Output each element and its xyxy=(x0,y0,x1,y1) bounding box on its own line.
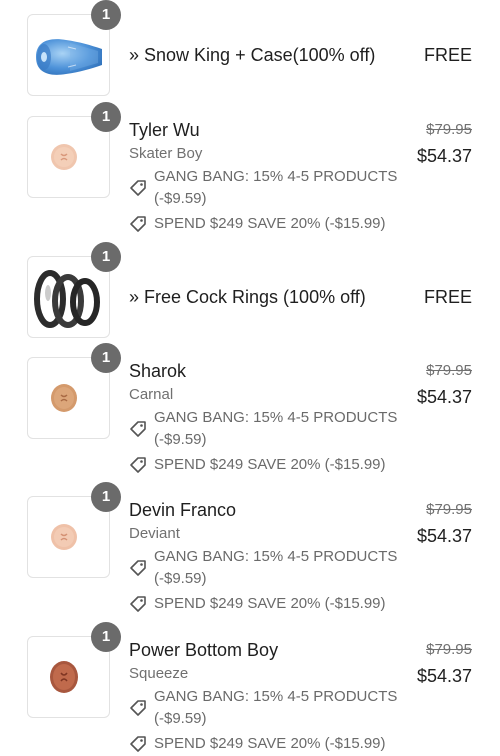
discount-line: GANG BANG: 15% 4-5 PRODUCTS (-$9.59) xyxy=(129,407,409,451)
product-thumbnail[interactable]: 1 xyxy=(27,0,121,96)
tag-icon xyxy=(130,216,146,232)
discount-amount: (-$9.59) xyxy=(154,431,207,448)
free-gift-label[interactable]: » Snow King + Case(100% off) xyxy=(129,45,375,66)
product-name[interactable]: Sharok xyxy=(129,361,186,382)
cart-item-product: 1 Power Bottom Boy Squeeze $79.95 $54.37… xyxy=(0,622,500,756)
free-gift-label[interactable]: » Free Cock Rings (100% off) xyxy=(129,287,366,308)
discount-amount: (-$9.59) xyxy=(154,190,207,207)
discount-name: SPEND $249 SAVE 20% (-$15.99) xyxy=(154,595,386,612)
quantity-badge: 1 xyxy=(91,102,121,132)
item-price: FREE xyxy=(423,45,472,65)
product-variant: Skater Boy xyxy=(129,145,203,162)
cart-item-product: 1 Sharok Carnal $79.95 $54.37 GANG BANG:… xyxy=(0,343,500,490)
tag-icon xyxy=(130,700,146,716)
discount-name: GANG BANG: 15% 4-5 PRODUCTS xyxy=(154,168,398,185)
item-price: FREE xyxy=(423,287,472,307)
discount-line: GANG BANG: 15% 4-5 PRODUCTS (-$9.59) xyxy=(129,166,409,210)
tag-icon xyxy=(130,421,146,437)
original-price: $79.95 xyxy=(426,501,472,518)
quantity-badge: 1 xyxy=(91,343,121,373)
product-name[interactable]: Power Bottom Boy xyxy=(129,640,278,661)
discount-name: SPEND $249 SAVE 20% (-$15.99) xyxy=(154,735,386,752)
discounted-price: $54.37 xyxy=(416,146,472,166)
discount-line: SPEND $249 SAVE 20% (-$15.99) xyxy=(129,733,409,755)
discounted-price: $54.37 xyxy=(416,666,472,686)
product-thumbnail[interactable]: 1 xyxy=(27,102,121,198)
quantity-badge: 1 xyxy=(91,482,121,512)
tag-icon xyxy=(130,596,146,612)
tag-icon xyxy=(130,180,146,196)
tag-icon xyxy=(130,560,146,576)
quantity-badge: 1 xyxy=(91,242,121,272)
discount-line: SPEND $249 SAVE 20% (-$15.99) xyxy=(129,454,409,476)
discount-line: SPEND $249 SAVE 20% (-$15.99) xyxy=(129,213,409,235)
product-variant: Carnal xyxy=(129,386,174,403)
cart-item-free-gift: 1 » Free Cock Rings (100% off) FREE xyxy=(0,242,500,348)
discount-name: SPEND $249 SAVE 20% (-$15.99) xyxy=(154,456,386,473)
discount-name: GANG BANG: 15% 4-5 PRODUCTS xyxy=(154,688,398,705)
product-variant: Deviant xyxy=(129,525,180,542)
quantity-badge: 1 xyxy=(91,0,121,30)
discount-name: GANG BANG: 15% 4-5 PRODUCTS xyxy=(154,409,398,426)
discount-line: GANG BANG: 15% 4-5 PRODUCTS (-$9.59) xyxy=(129,546,409,590)
product-name[interactable]: Tyler Wu xyxy=(129,120,200,141)
discount-amount: (-$9.59) xyxy=(154,710,207,727)
original-price: $79.95 xyxy=(426,362,472,379)
original-price: $79.95 xyxy=(426,641,472,658)
discount-name: GANG BANG: 15% 4-5 PRODUCTS xyxy=(154,548,398,565)
tag-icon xyxy=(130,457,146,473)
cart-item-product: 1 Devin Franco Deviant $79.95 $54.37 GAN… xyxy=(0,482,500,630)
product-name[interactable]: Devin Franco xyxy=(129,500,236,521)
discounted-price: $54.37 xyxy=(416,387,472,407)
cart-item-product: 1 Tyler Wu Skater Boy $79.95 $54.37 GANG… xyxy=(0,102,500,248)
tag-icon xyxy=(130,736,146,752)
product-thumbnail[interactable]: 1 xyxy=(27,242,121,338)
discount-amount: (-$9.59) xyxy=(154,570,207,587)
cart-item-free-gift: 1 » Snow King + Case(100% off) FREE xyxy=(0,0,500,110)
discount-line: SPEND $249 SAVE 20% (-$15.99) xyxy=(129,593,409,615)
product-thumbnail[interactable]: 1 xyxy=(27,622,121,718)
original-price: $79.95 xyxy=(426,121,472,138)
quantity-badge: 1 xyxy=(91,622,121,652)
discount-line: GANG BANG: 15% 4-5 PRODUCTS (-$9.59) xyxy=(129,686,409,730)
discounted-price: $54.37 xyxy=(416,526,472,546)
product-thumbnail[interactable]: 1 xyxy=(27,482,121,578)
product-variant: Squeeze xyxy=(129,665,189,682)
product-thumbnail[interactable]: 1 xyxy=(27,343,121,439)
discount-name: SPEND $249 SAVE 20% (-$15.99) xyxy=(154,215,386,232)
